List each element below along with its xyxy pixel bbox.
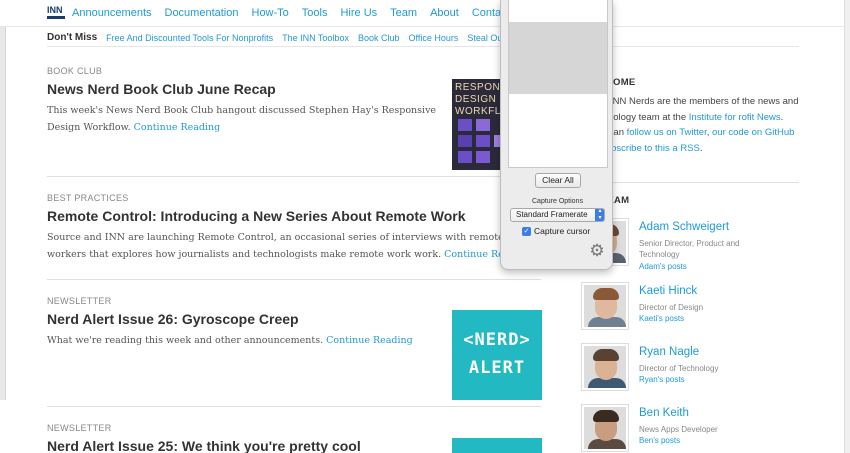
- capture-list-selection: [509, 22, 607, 94]
- capture-options-label: Capture Options: [532, 198, 583, 205]
- capture-panel: Clear All Capture Options Standard Frame…: [500, 0, 613, 270]
- article-divider: [47, 279, 541, 280]
- nav-link-about[interactable]: About: [430, 7, 459, 19]
- staff-card: Ben Keith News Apps Developer Ben's post…: [582, 405, 802, 453]
- continue-reading-link[interactable]: Continue Reading: [134, 122, 221, 133]
- cover-square: [458, 119, 472, 131]
- staff-posts-link[interactable]: Adam's posts: [639, 262, 687, 271]
- scrollbar[interactable]: [844, 0, 850, 453]
- cover-square: [476, 135, 490, 147]
- nav-link-announcements[interactable]: Announcements: [72, 7, 152, 19]
- article-category[interactable]: NEWSLETTER: [47, 296, 541, 306]
- welcome-heading: OME: [613, 77, 636, 88]
- dont-miss-bar: Don't Miss Free And Discounted Tools For…: [47, 32, 511, 43]
- excerpt-text: What we're reading this week and other a…: [47, 335, 324, 346]
- left-window-edge: [0, 0, 6, 400]
- nav-link-tools[interactable]: Tools: [302, 7, 328, 19]
- staff-posts-link[interactable]: Ryan's posts: [639, 375, 685, 384]
- staff-name[interactable]: Ryan Nagle: [639, 346, 699, 358]
- inn-link[interactable]: Institute for: [689, 112, 736, 123]
- cover-square: [458, 135, 472, 147]
- rss-link[interactable]: a RSS: [672, 143, 699, 154]
- dont-miss-label: Don't Miss: [47, 32, 98, 43]
- dont-miss-link-book-club[interactable]: Book Club: [358, 33, 400, 43]
- staff-name[interactable]: Adam Schweigert: [639, 221, 729, 233]
- article-divider: [47, 176, 541, 177]
- welcome-text: INN Nerds are the members of the news an…: [590, 94, 800, 156]
- twitter-link[interactable]: follow us on Twitter: [627, 127, 707, 138]
- staff-title: Director of Design: [639, 303, 704, 312]
- article-category[interactable]: BEST PRACTICES: [47, 193, 541, 203]
- framerate-select[interactable]: Standard Framerate ▴ ▾: [510, 208, 605, 222]
- staff-card: Adam Schweigert Senior Director, Product…: [582, 219, 802, 275]
- header-divider: [47, 46, 799, 47]
- avatar[interactable]: [582, 283, 628, 329]
- excerpt-text: This week's News Nerd Book Club hangout …: [47, 105, 437, 133]
- nerd-alert-thumbnail[interactable]: <NERD> ALERT: [452, 310, 542, 400]
- inn-logo[interactable]: INN: [47, 5, 65, 22]
- logo-text: INN: [47, 5, 63, 15]
- logo-bar: [47, 16, 65, 19]
- staff-title: News Apps Developer: [639, 425, 718, 434]
- cover-square: [476, 119, 490, 131]
- excerpt-text: Source and INN are launching Remote Cont…: [47, 232, 504, 260]
- staff-title: Senior Director, Product and Technology: [639, 239, 740, 259]
- checkmark-icon: ✓: [522, 226, 531, 236]
- dont-miss-link-steal[interactable]: Steal Ou: [467, 33, 502, 43]
- nav-link-team[interactable]: Team: [390, 7, 417, 19]
- article-excerpt: This week's News Nerd Book Club hangout …: [47, 102, 442, 136]
- nav-link-how-to[interactable]: How-To: [252, 7, 289, 19]
- staff-name[interactable]: Ben Keith: [639, 407, 689, 419]
- staff-posts-link[interactable]: Ben's posts: [639, 436, 680, 445]
- cover-square: [458, 151, 472, 163]
- dont-miss-link-tools[interactable]: Free And Discounted Tools For Nonprofits: [106, 33, 273, 43]
- avatar[interactable]: [582, 405, 628, 451]
- nav-links: Announcements Documentation How-To Tools…: [72, 7, 523, 19]
- article-divider: [47, 406, 541, 407]
- staff-card: Kaeti Hinck Director of Design Kaeti's p…: [582, 283, 802, 339]
- article-category[interactable]: BOOK CLUB: [47, 66, 541, 76]
- nav-link-hire-us[interactable]: Hire Us: [340, 7, 377, 19]
- continue-reading-link[interactable]: Continue Reading: [326, 335, 413, 346]
- framerate-value: Standard Framerate: [516, 210, 588, 219]
- article-title[interactable]: Remote Control: Introducing a New Series…: [47, 208, 541, 224]
- staff-title: Director of Technology: [639, 364, 719, 373]
- article-category[interactable]: NEWSLETTER: [47, 423, 541, 433]
- avatar[interactable]: [582, 344, 628, 390]
- dont-miss-link-toolbox[interactable]: The INN Toolbox: [282, 33, 349, 43]
- article-excerpt: Source and INN are launching Remote Cont…: [47, 229, 541, 263]
- github-link[interactable]: our code on GitHub: [712, 127, 794, 138]
- inn-link[interactable]: rofit News: [738, 112, 780, 123]
- nerd-alert-line1: <NERD>: [463, 330, 531, 350]
- select-arrows-icon: ▴ ▾: [595, 209, 604, 221]
- staff-name[interactable]: Kaeti Hinck: [639, 285, 697, 297]
- staff-posts-link[interactable]: Kaeti's posts: [639, 314, 684, 323]
- capture-cursor-label: Capture cursor: [534, 226, 591, 236]
- article-remote-control: BEST PRACTICES Remote Control: Introduci…: [47, 193, 541, 263]
- capture-list[interactable]: [508, 0, 608, 168]
- capture-cursor-checkbox[interactable]: ✓ Capture cursor: [522, 226, 590, 236]
- nerd-alert-thumbnail[interactable]: [452, 438, 542, 453]
- nerd-alert-line2: ALERT: [468, 358, 526, 378]
- gear-icon[interactable]: ⚙: [588, 242, 606, 260]
- top-navigation: INN Announcements Documentation How-To T…: [0, 0, 850, 27]
- cover-square: [476, 151, 490, 163]
- dont-miss-link-office-hours[interactable]: Office Hours: [408, 33, 458, 43]
- clear-all-button[interactable]: Clear All: [535, 173, 581, 188]
- staff-card: Ryan Nagle Director of Technology Ryan's…: [582, 344, 802, 400]
- nav-link-documentation[interactable]: Documentation: [165, 7, 239, 19]
- article-excerpt: What we're reading this week and other a…: [47, 332, 442, 349]
- sidebar-divider: [582, 182, 799, 183]
- welcome-text-part: .: [699, 142, 703, 154]
